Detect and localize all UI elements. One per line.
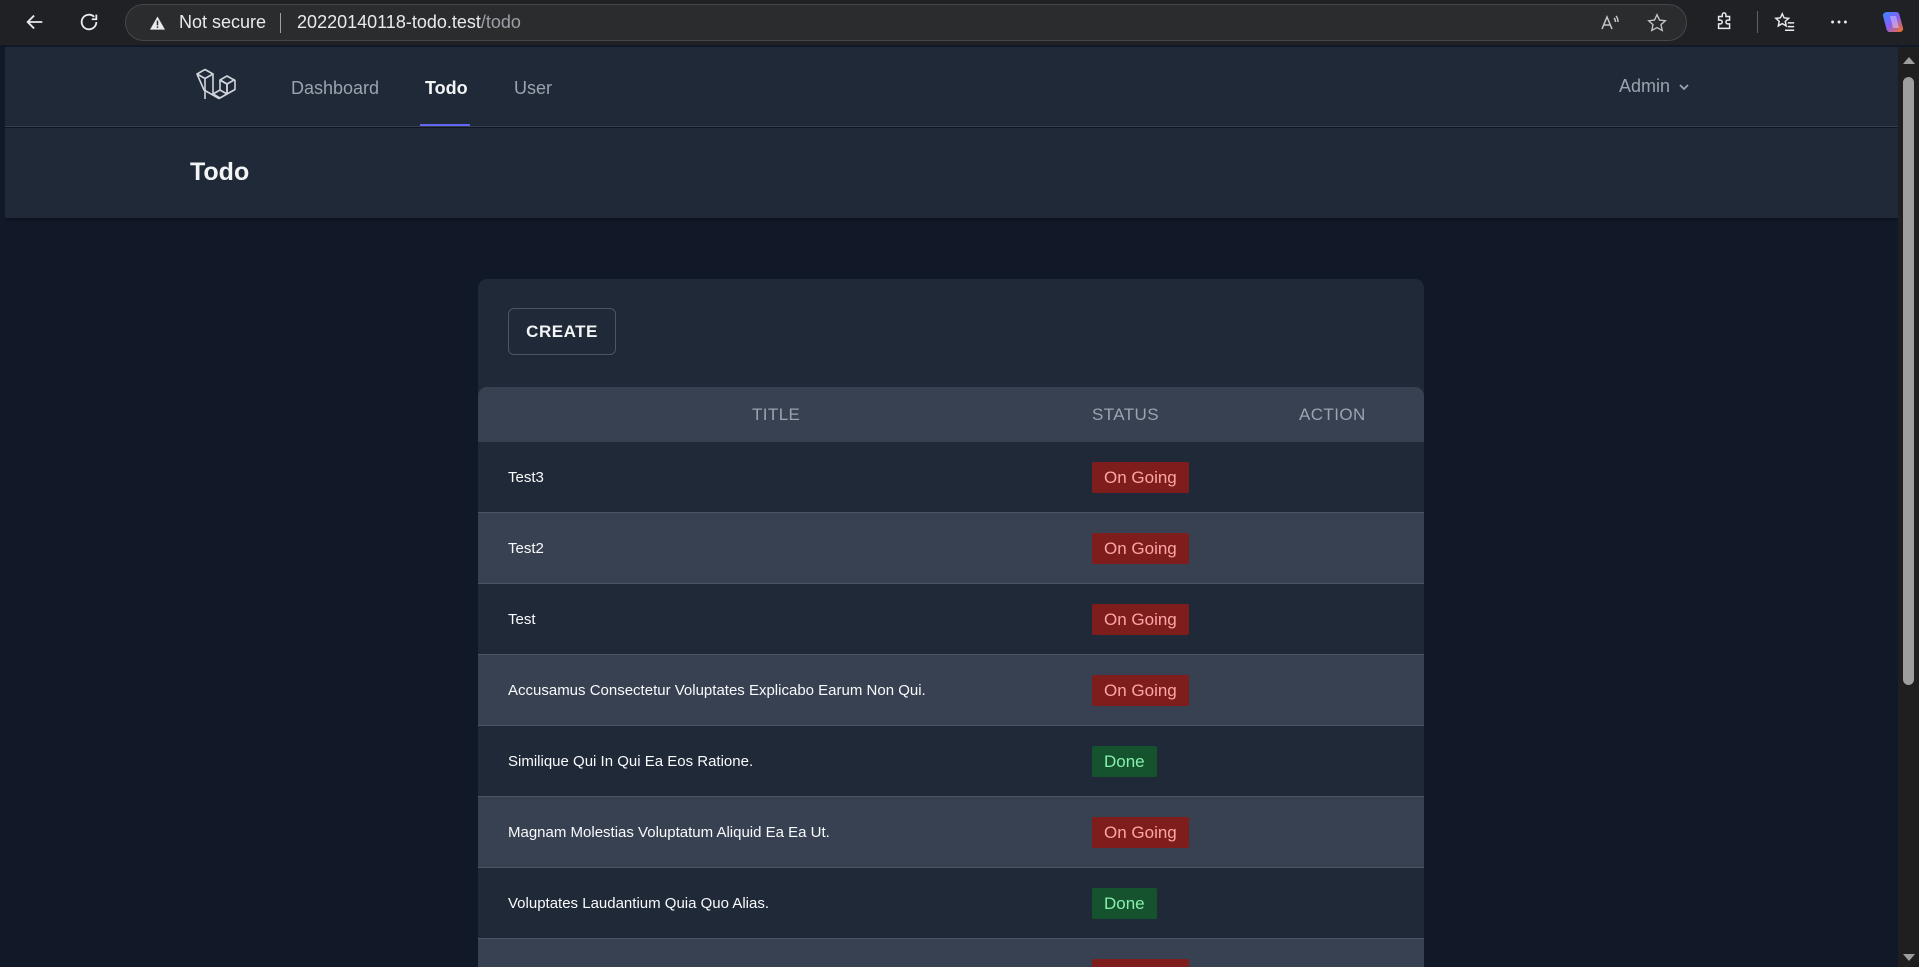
vertical-scrollbar[interactable] <box>1898 47 1919 967</box>
table-row: Accusamus Consectetur Voluptates Explica… <box>478 655 1424 726</box>
favorite-star-icon[interactable] <box>1647 13 1667 33</box>
status-badge: Done <box>1092 746 1157 777</box>
address-separator <box>280 12 282 33</box>
user-menu[interactable]: Admin <box>1619 76 1690 97</box>
table-row: Test On Going <box>478 584 1424 655</box>
scroll-down-icon[interactable] <box>1903 954 1915 961</box>
copilot-icon[interactable] <box>1880 9 1906 35</box>
user-menu-label: Admin <box>1619 76 1671 96</box>
table-body: Test3 On Going Test2 On Going Test On Going Ac… <box>478 442 1424 967</box>
status-badge: On Going <box>1092 959 1189 967</box>
table-row: Test3 On Going <box>478 442 1424 513</box>
status-badge: On Going <box>1092 817 1189 848</box>
todo-card: CREATE TITLE STATUS ACTION Test3 On Going… <box>478 279 1424 967</box>
table-header: TITLE STATUS ACTION <box>478 387 1424 442</box>
column-header-title: TITLE <box>752 405 801 424</box>
todo-title: Accusamus Consectetur Voluptates Explica… <box>508 682 926 699</box>
todo-table: TITLE STATUS ACTION Test3 On Going Test2 On… <box>478 387 1424 967</box>
security-label[interactable]: Not secure <box>179 12 266 33</box>
favorites-icon[interactable] <box>1772 9 1798 35</box>
todo-title: Test3 <box>508 469 544 486</box>
status-badge: On Going <box>1092 675 1189 706</box>
scroll-up-icon[interactable] <box>1903 57 1915 64</box>
url-host: 20220140118-todo.test <box>297 12 481 32</box>
browser-toolbar: Not secure 20220140118-todo.test/todo <box>0 0 1919 45</box>
reload-icon[interactable] <box>71 4 107 40</box>
status-badge: Done <box>1092 888 1157 919</box>
status-badge: On Going <box>1092 462 1189 493</box>
todo-title: Similique Qui In Qui Ea Eos Ratione. <box>508 753 754 770</box>
read-aloud-icon[interactable] <box>1599 13 1619 33</box>
page-title: Todo <box>190 158 250 186</box>
extensions-icon[interactable] <box>1712 9 1738 35</box>
warning-icon <box>149 15 165 31</box>
nav-user[interactable]: User <box>514 78 552 99</box>
todo-title: Magnam Molestias Voluptatum Aliquid Ea E… <box>508 824 830 841</box>
todo-title: Test <box>508 611 536 628</box>
todo-title: Voluptates Laudantium Quia Quo Alias. <box>508 895 770 912</box>
nav-todo[interactable]: Todo <box>425 78 468 99</box>
table-row: Test2 On Going <box>478 513 1424 584</box>
status-badge: On Going <box>1092 533 1189 564</box>
chevron-down-icon <box>1679 83 1689 90</box>
create-button[interactable]: CREATE <box>508 308 616 355</box>
address-bar[interactable]: Not secure 20220140118-todo.test/todo <box>125 4 1687 41</box>
todo-title: Test2 <box>508 540 544 557</box>
toolbar-separator <box>1757 11 1758 33</box>
status-badge: On Going <box>1092 604 1189 635</box>
nav-dashboard[interactable]: Dashboard <box>291 78 379 99</box>
column-header-status: STATUS <box>1092 405 1159 424</box>
active-nav-indicator <box>420 124 470 126</box>
table-row: Voluptates Laudantium Quia Quo Alias. Don… <box>478 868 1424 939</box>
table-row: Similique Qui In Qui Ea Eos Ratione. Done <box>478 726 1424 797</box>
more-icon[interactable] <box>1826 9 1852 35</box>
page-viewport: Dashboard Todo User Admin Todo CREATE TI… <box>5 47 1898 967</box>
url-path: /todo <box>480 12 521 32</box>
laravel-logo-icon[interactable] <box>194 66 238 110</box>
page-header: Todo <box>5 128 1898 218</box>
scrollbar-thumb[interactable] <box>1903 77 1914 685</box>
table-row: Magnam Molestias Voluptatum Aliquid Ea E… <box>478 797 1424 868</box>
table-row: On Going <box>478 939 1424 967</box>
back-icon[interactable] <box>17 4 53 40</box>
top-navigation: Dashboard Todo User Admin <box>5 47 1898 127</box>
column-header-action: ACTION <box>1299 405 1366 424</box>
